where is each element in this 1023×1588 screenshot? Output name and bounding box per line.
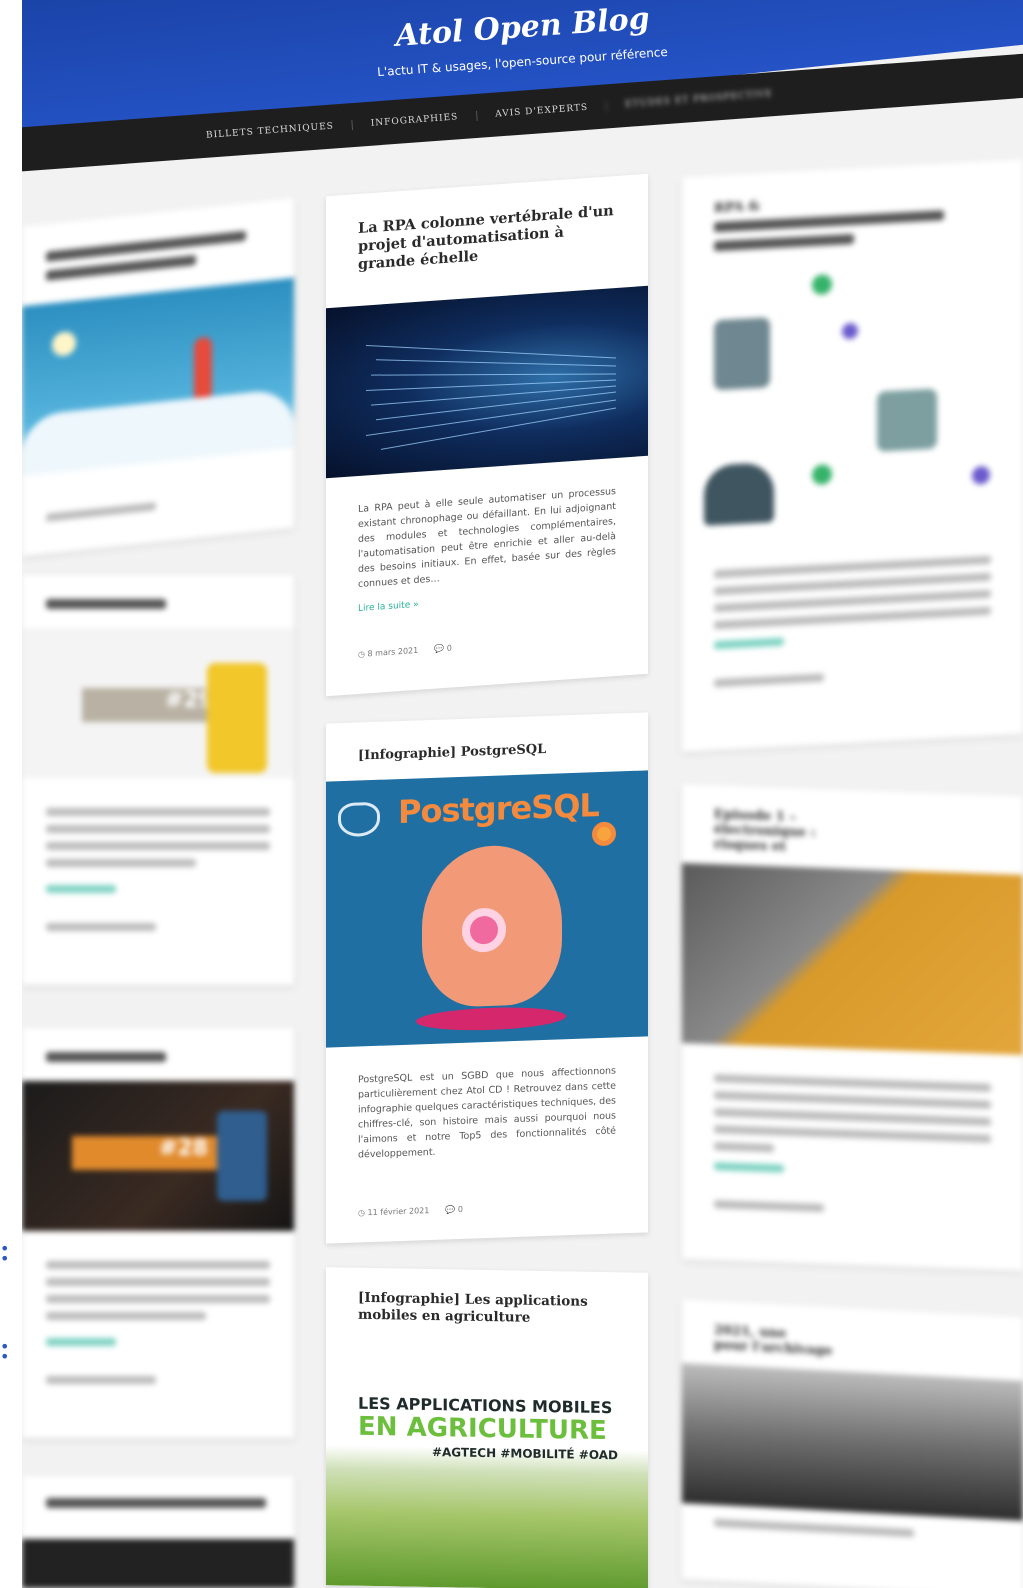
elephant-icon <box>338 801 380 838</box>
post-title[interactable]: RPA & <box>714 187 991 216</box>
post-card[interactable]: 2021, une pour l'archivage <box>682 1299 1023 1588</box>
post-card[interactable] <box>22 197 294 557</box>
post-card[interactable]: #28 <box>22 1028 294 1438</box>
post-image <box>22 277 294 477</box>
post-image: #29 <box>22 628 294 778</box>
post-date: ◷ 11 février 2021 <box>358 1206 429 1217</box>
robot-icon <box>714 317 770 391</box>
image-headline-2: EN AGRICULTURE <box>358 1411 607 1447</box>
post-image <box>22 1539 294 1588</box>
post-date: ◷ 8 mars 2021 <box>358 646 418 659</box>
image-hashtags: #AGTECH #MOBILITÉ #OAD <box>431 1445 618 1463</box>
post-image-archives <box>682 863 1023 1055</box>
nav-item-infographies[interactable]: INFOGRAPHIES <box>351 110 477 131</box>
read-more-link[interactable]: Lire la suite » <box>358 586 616 614</box>
post-comments[interactable]: 💬 0 <box>434 643 452 653</box>
comments-count: 0 <box>457 1204 463 1215</box>
post-title[interactable]: La RPA colonne vertébrale d'un projet d'… <box>358 202 616 274</box>
post-card-postgresql[interactable]: [Infographie] PostgreSQL PostgreSQL Post… <box>326 712 648 1244</box>
post-title[interactable]: [Infographie] PostgreSQL <box>358 739 616 764</box>
robot-icon <box>217 1111 267 1201</box>
comments-icon: 💬 <box>445 1205 456 1215</box>
nav-item-avis-experts[interactable]: AVIS D'EXPERTS <box>475 101 607 121</box>
decorative-dots: • • <box>0 1337 10 1366</box>
robot-icon <box>704 462 774 526</box>
rocket-icon <box>194 336 212 399</box>
clock-icon: ◷ <box>358 1208 365 1218</box>
euro-icon <box>812 464 832 486</box>
nav-item-billets-techniques[interactable]: BILLETS TECHNIQUES <box>188 120 352 142</box>
clock-icon: ◷ <box>358 649 365 660</box>
post-excerpt: La RPA peut à elle seule automatiser un … <box>358 485 616 591</box>
comments-icon: 💬 <box>434 643 445 654</box>
comments-count: 0 <box>446 643 452 653</box>
flower-icon <box>592 821 616 847</box>
post-card-rpa[interactable]: La RPA colonne vertébrale d'un projet d'… <box>326 173 648 697</box>
decorative-dots: • • <box>0 1239 10 1268</box>
post-card-agriculture[interactable]: [Infographie] Les applications mobiles e… <box>326 1267 648 1588</box>
post-card[interactable]: RPA & <box>682 159 1023 752</box>
dot-icon <box>972 465 990 485</box>
moon-shape <box>52 330 76 358</box>
post-comments[interactable]: 💬 0 <box>445 1205 463 1215</box>
badge-shape: #28 <box>72 1136 222 1170</box>
post-card[interactable] <box>22 1476 294 1588</box>
robot-icon <box>877 388 937 452</box>
post-card[interactable]: #29 <box>22 575 294 985</box>
postgresql-logo-text: PostgreSQL <box>398 786 599 832</box>
post-image-robots <box>682 254 1023 562</box>
post-image-beach <box>682 1363 1023 1521</box>
nav-item-etudes[interactable]: ETUDES ET PROSPECTIVE <box>605 87 791 112</box>
data-stream-graphic <box>365 344 617 450</box>
robot-icon <box>207 663 267 773</box>
post-excerpt: PostgreSQL est un SGBD que nous affectio… <box>358 1065 617 1161</box>
post-date-text: 11 février 2021 <box>367 1206 430 1218</box>
post-title[interactable]: [Infographie] Les applications mobiles e… <box>358 1290 616 1329</box>
post-card[interactable]: Episode 1 – électronique : risques et <box>682 784 1023 1271</box>
post-image-postgresql: PostgreSQL <box>326 770 648 1048</box>
dollar-icon <box>812 274 832 296</box>
dot-icon <box>842 322 858 340</box>
blog-page: Atol Open Blog L'actu IT & usages, l'ope… <box>22 0 1023 1588</box>
post-date-text: 8 mars 2021 <box>367 645 419 659</box>
post-image-data-stream <box>326 285 648 479</box>
post-image: #28 <box>22 1081 294 1231</box>
post-image-agriculture: LES APPLICATIONS MOBILES EN AGRICULTURE … <box>326 1343 648 1588</box>
site-branding: Atol Open Blog L'actu IT & usages, l'ope… <box>22 1 1023 79</box>
cuff-shape <box>416 1005 566 1033</box>
